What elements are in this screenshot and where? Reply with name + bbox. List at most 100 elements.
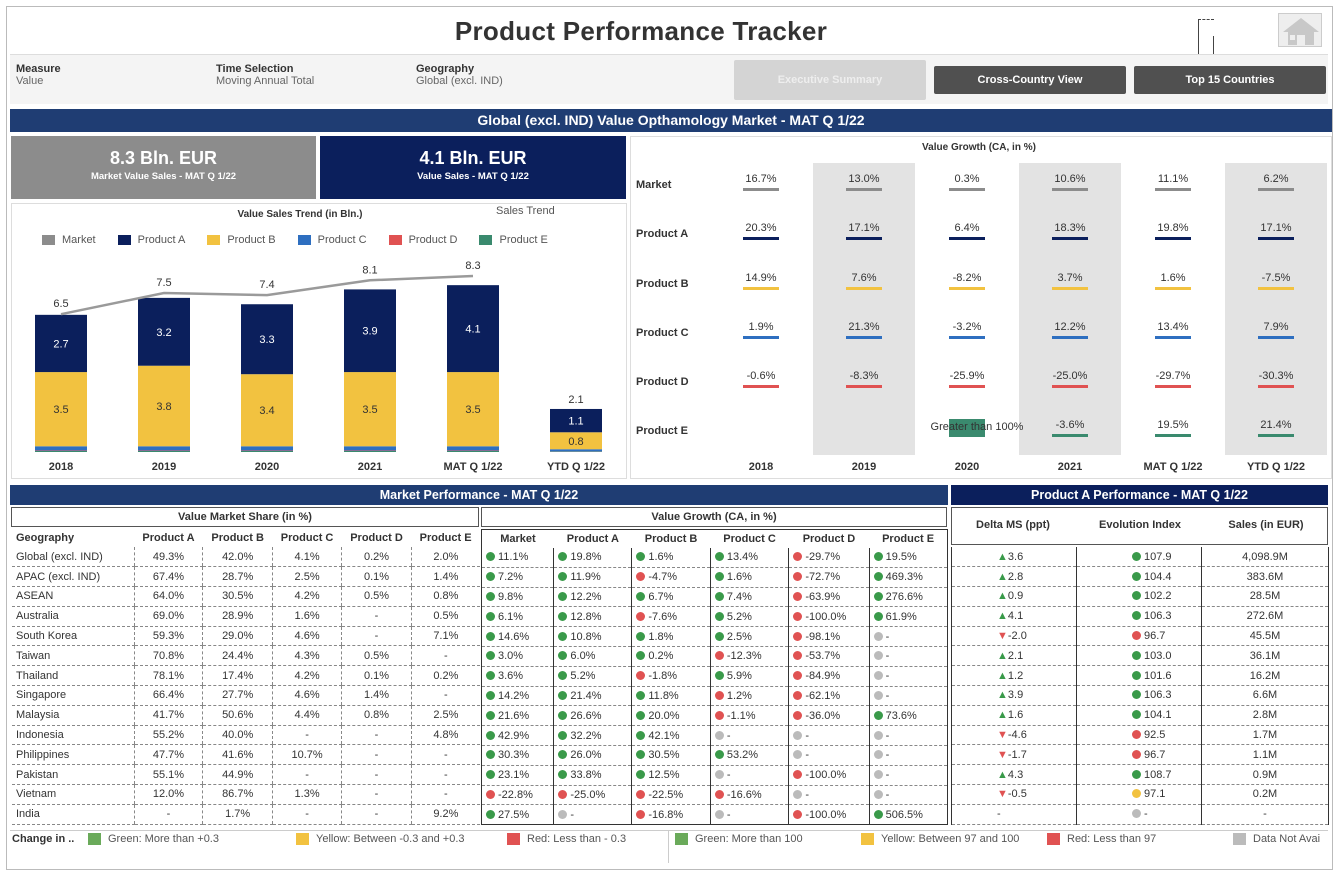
ei-value: 97.1: [1144, 788, 1166, 801]
growth-cell-value: -: [885, 729, 890, 742]
bar-product-e[interactable]: [138, 450, 190, 452]
table-row[interactable]: ▲4.3 108.7 0.9M: [951, 764, 1329, 786]
top-15-countries-button[interactable]: Top 15 Countries: [1134, 66, 1326, 94]
table-row[interactable]: Vietnam 12.0% 86.7% 1.3% - -: [12, 784, 480, 805]
bar-product-e[interactable]: [447, 450, 499, 452]
table-row[interactable]: 30.3% 26.0% 30.5% 53.2% - -: [480, 745, 948, 766]
growth-cell: -72.7%: [788, 567, 870, 588]
table-row[interactable]: 42.9% 32.2% 42.1% - - -: [480, 725, 948, 746]
table-row[interactable]: Indonesia 55.2% 40.0% - -4.8%: [12, 725, 480, 746]
bar-product-e[interactable]: [241, 450, 293, 452]
executive-summary-button[interactable]: Executive Summary: [734, 60, 926, 100]
table-row[interactable]: Global (excl. IND) 49.3% 42.0% 4.1% 0.2% 2.0%: [12, 547, 480, 568]
bar-product-c[interactable]: [138, 446, 190, 451]
status-dot: [714, 591, 724, 601]
bar-product-c[interactable]: [241, 446, 293, 451]
evolution-index-cell: 101.6: [1076, 665, 1202, 687]
table-row[interactable]: India -1.7% - -9.2%: [12, 804, 480, 825]
sales-cell: 383.6M: [1201, 566, 1329, 588]
growth-cell-value: 5.2%: [570, 670, 596, 683]
filter-time[interactable]: Time Selection Moving Annual Total: [216, 63, 314, 87]
table-row[interactable]: ▲2.8 104.4 383.6M: [951, 566, 1329, 588]
cross-country-button[interactable]: Cross-Country View: [934, 66, 1126, 94]
bar-product-c[interactable]: [447, 446, 499, 451]
ei-value: 107.9: [1144, 550, 1172, 563]
table-row[interactable]: Philippines 47.7% 41.6% 10.7% - -: [12, 744, 480, 766]
table-row[interactable]: 3.6% 5.2% -1.8% 5.9% -84.9% -: [480, 666, 948, 687]
table-row[interactable]: Malaysia 41.7% 50.6% 4.4% 0.8% 2.5%: [12, 705, 480, 726]
growth-cell-value: -: [570, 808, 575, 821]
table-row[interactable]: 21.6% 26.6% 20.0% -1.1% -36.0% 73.6%: [480, 705, 948, 727]
growth-cell-value: -98.1%: [805, 630, 841, 643]
table-row[interactable]: Pakistan 55.1% 44.9% - - -: [12, 764, 480, 786]
table-row[interactable]: 6.1% 12.8% -7.6% 5.2% -100.0% 61.9%: [480, 606, 948, 628]
legend-item[interactable]: Product C: [297, 234, 367, 246]
evolution-index-cell: 92.5: [1076, 725, 1202, 746]
filter-geography[interactable]: Geography Global (excl. IND): [416, 63, 503, 87]
table-row[interactable]: Thailand 78.1% 17.4% 4.2% 0.1% 0.2%: [12, 665, 480, 687]
bar-product-e[interactable]: [35, 450, 87, 452]
table-row[interactable]: Singapore 66.4% 27.7% 4.6% 1.4% -: [12, 685, 480, 706]
table-row[interactable]: ▲2.1 103.0 36.1M: [951, 645, 1329, 667]
table-row[interactable]: 14.2% 21.4% 11.8% 1.2% -62.1% -: [480, 686, 948, 707]
table-row[interactable]: 14.6% 10.8% 1.8% 2.5% -98.1% -: [480, 626, 948, 647]
growth-cell: 30.3%: [480, 745, 554, 766]
footer-lead: Change in ..: [12, 833, 75, 845]
table-row[interactable]: ▼-2.0 96.7 45.5M: [951, 626, 1329, 647]
growth-cell: -: [709, 765, 789, 786]
table-row[interactable]: 23.1% 33.8% 12.5% - -100.0% -: [480, 765, 948, 786]
bar-product-c[interactable]: [35, 446, 87, 451]
table-row[interactable]: -22.8% -25.0% -22.5% -16.6% - -: [480, 785, 948, 806]
table-row[interactable]: ▲0.9 102.2 28.5M: [951, 586, 1329, 607]
status-dot: [558, 651, 568, 661]
home-button[interactable]: [1278, 13, 1322, 47]
growth-cell-value: 61.9%: [885, 610, 917, 623]
legend-item[interactable]: Product E: [479, 234, 548, 246]
growth-cell: -62.1%: [788, 686, 870, 707]
table-row[interactable]: 3.0% 6.0% 0.2% -12.3% -53.7% -: [480, 646, 948, 667]
table-row[interactable]: ▲3.6 107.9 4,098.9M: [951, 547, 1329, 568]
status-dot: [1132, 591, 1141, 601]
table-row[interactable]: ▼-1.7 96.7 1.1M: [951, 744, 1329, 766]
table-row[interactable]: ▼-0.5 97.1 0.2M: [951, 784, 1329, 805]
table-row[interactable]: ▼-4.6 92.5 1.7M: [951, 725, 1329, 746]
growth-cell-value: 1.2%: [726, 689, 752, 702]
status-dot: [714, 552, 724, 562]
table-row[interactable]: ---: [951, 804, 1329, 825]
delta-value: 2.8: [1007, 570, 1024, 583]
growth-value: 6.4%: [954, 222, 980, 234]
table-row[interactable]: 9.8% 12.2% 6.7% 7.4% -63.9% 276.6%: [480, 587, 948, 608]
legend-item[interactable]: Product A: [117, 234, 185, 246]
bar-product-c[interactable]: [550, 449, 602, 452]
table-row[interactable]: ▲1.2 101.6 16.2M: [951, 665, 1329, 687]
table-row[interactable]: APAC (excl. IND) 67.4% 28.7% 2.5% 0.1% 1.4%: [12, 566, 480, 588]
table-row[interactable]: Australia 69.0% 28.9% 1.6% -0.5%: [12, 606, 480, 627]
table-row[interactable]: 27.5% - -16.8% - -100.0% 506.5%: [480, 804, 948, 826]
legend-item[interactable]: Product D: [388, 234, 457, 246]
sales-trend-tab[interactable]: Sales Trend: [496, 205, 555, 217]
table-row[interactable]: South Korea 59.3% 29.0% 4.6% -7.1%: [12, 626, 480, 647]
table-row[interactable]: ▲3.9 106.3 6.6M: [951, 685, 1329, 706]
ei-value: 108.7: [1144, 768, 1172, 781]
share-cell: 0.8%: [341, 705, 412, 726]
status-dot: [714, 651, 724, 661]
table-row[interactable]: ASEAN 64.0% 30.5% 4.2% 0.5% 0.8%: [12, 586, 480, 607]
share-cell: 4.2%: [271, 586, 342, 607]
table-row[interactable]: Taiwan 70.8% 24.4% 4.3% 0.5% -: [12, 645, 480, 667]
delta-value: -2.0: [1007, 630, 1027, 643]
filter-measure[interactable]: Measure Value: [16, 63, 61, 87]
growth-cell: 11.8%: [631, 686, 711, 707]
growth-value: -29.7%: [1155, 370, 1191, 382]
table-row[interactable]: ▲1.6 104.1 2.8M: [951, 705, 1329, 726]
sales-cell: 6.6M: [1201, 685, 1329, 706]
legend-item[interactable]: Market: [42, 234, 96, 246]
table-row[interactable]: ▲4.1 106.3 272.6M: [951, 606, 1329, 627]
legend-item[interactable]: Product B: [207, 234, 276, 246]
bar-product-e[interactable]: [344, 450, 396, 452]
table-row[interactable]: 11.1% 19.8% 1.6% 13.4% -29.7% 19.5%: [480, 547, 948, 568]
status-dot: [793, 671, 803, 681]
status-dot: [793, 789, 803, 799]
table-row[interactable]: 7.2% 11.9% -4.7% 1.6% -72.7% 469.3%: [480, 567, 948, 588]
bar-product-c[interactable]: [344, 446, 396, 451]
footer-legend-item: Yellow: Between -0.3 and +0.3: [296, 833, 465, 845]
